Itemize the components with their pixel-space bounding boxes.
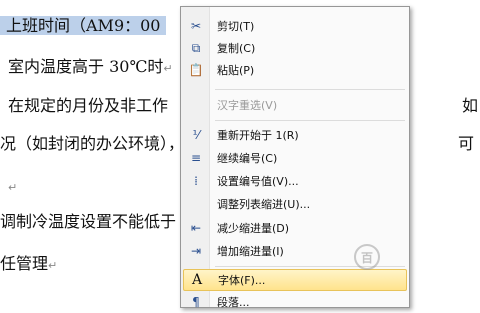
paragraph-mark: ↵ bbox=[163, 62, 173, 75]
increase-indent-icon: ⇥ bbox=[190, 244, 202, 258]
doc-line-6[interactable]: 调制冷温度设置不能低于 bbox=[0, 212, 176, 232]
decrease-indent-icon: ⇤ bbox=[190, 221, 202, 235]
selected-text[interactable]: 上班时间（AM9：00 bbox=[0, 16, 167, 35]
menu-item-cut[interactable]: ✂ 剪切(T) bbox=[183, 15, 407, 37]
copy-icon: ⧉ bbox=[191, 40, 201, 55]
paste-icon: 📋 bbox=[188, 63, 204, 77]
menu-item-paste[interactable]: 📋 粘贴(P) bbox=[183, 59, 407, 81]
continue-numbering-icon: ≡ bbox=[190, 151, 202, 165]
menu-item-paragraph[interactable]: ¶ 段落... bbox=[183, 291, 407, 313]
set-numbering-value-icon: ⁞ bbox=[194, 174, 198, 188]
doc-line-1[interactable]: 上班时间（AM9：00 bbox=[0, 16, 167, 36]
doc-line-2[interactable]: 室内温度高于 30℃时↵ bbox=[8, 57, 173, 79]
paragraph-mark: ↵ bbox=[48, 259, 58, 272]
menu-separator bbox=[215, 89, 405, 90]
doc-line-7[interactable]: 任管理↵ bbox=[0, 254, 57, 276]
paragraph-icon: ¶ bbox=[192, 295, 200, 309]
menu-item-set-numbering-value[interactable]: ⁞ 设置编号值(V)... bbox=[183, 170, 407, 192]
doc-line-3-right: 如 bbox=[462, 96, 479, 115]
menu-item-copy[interactable]: ⧉ 复制(C) bbox=[183, 37, 407, 59]
menu-item-restart-numbering[interactable]: ⅟ 重新开始于 1(R) bbox=[183, 124, 407, 146]
font-icon: A bbox=[191, 272, 203, 288]
menu-item-reselect-hanzi[interactable]: 汉字重选(V) bbox=[183, 94, 407, 116]
restart-numbering-icon: ⅟ bbox=[192, 128, 200, 142]
menu-item-adjust-list-indent[interactable]: 调整列表缩进(U)... bbox=[183, 193, 407, 215]
paragraph-mark: ↵ bbox=[8, 181, 18, 194]
doc-line-4[interactable]: 况（如封闭的办公环境）， bbox=[0, 134, 184, 154]
menu-item-continue-numbering[interactable]: ≡ 继续编号(C) bbox=[183, 147, 407, 169]
doc-line-4-right: 可 bbox=[458, 134, 475, 153]
watermark-logo: 百 bbox=[354, 240, 474, 274]
doc-line-3[interactable]: 在规定的月份及非工作 bbox=[8, 96, 168, 116]
scissors-icon: ✂ bbox=[190, 19, 202, 33]
doc-line-5[interactable]: ↵ bbox=[8, 176, 17, 198]
menu-separator bbox=[215, 120, 405, 121]
menu-item-decrease-indent[interactable]: ⇤ 减少缩进量(D) bbox=[183, 217, 407, 239]
